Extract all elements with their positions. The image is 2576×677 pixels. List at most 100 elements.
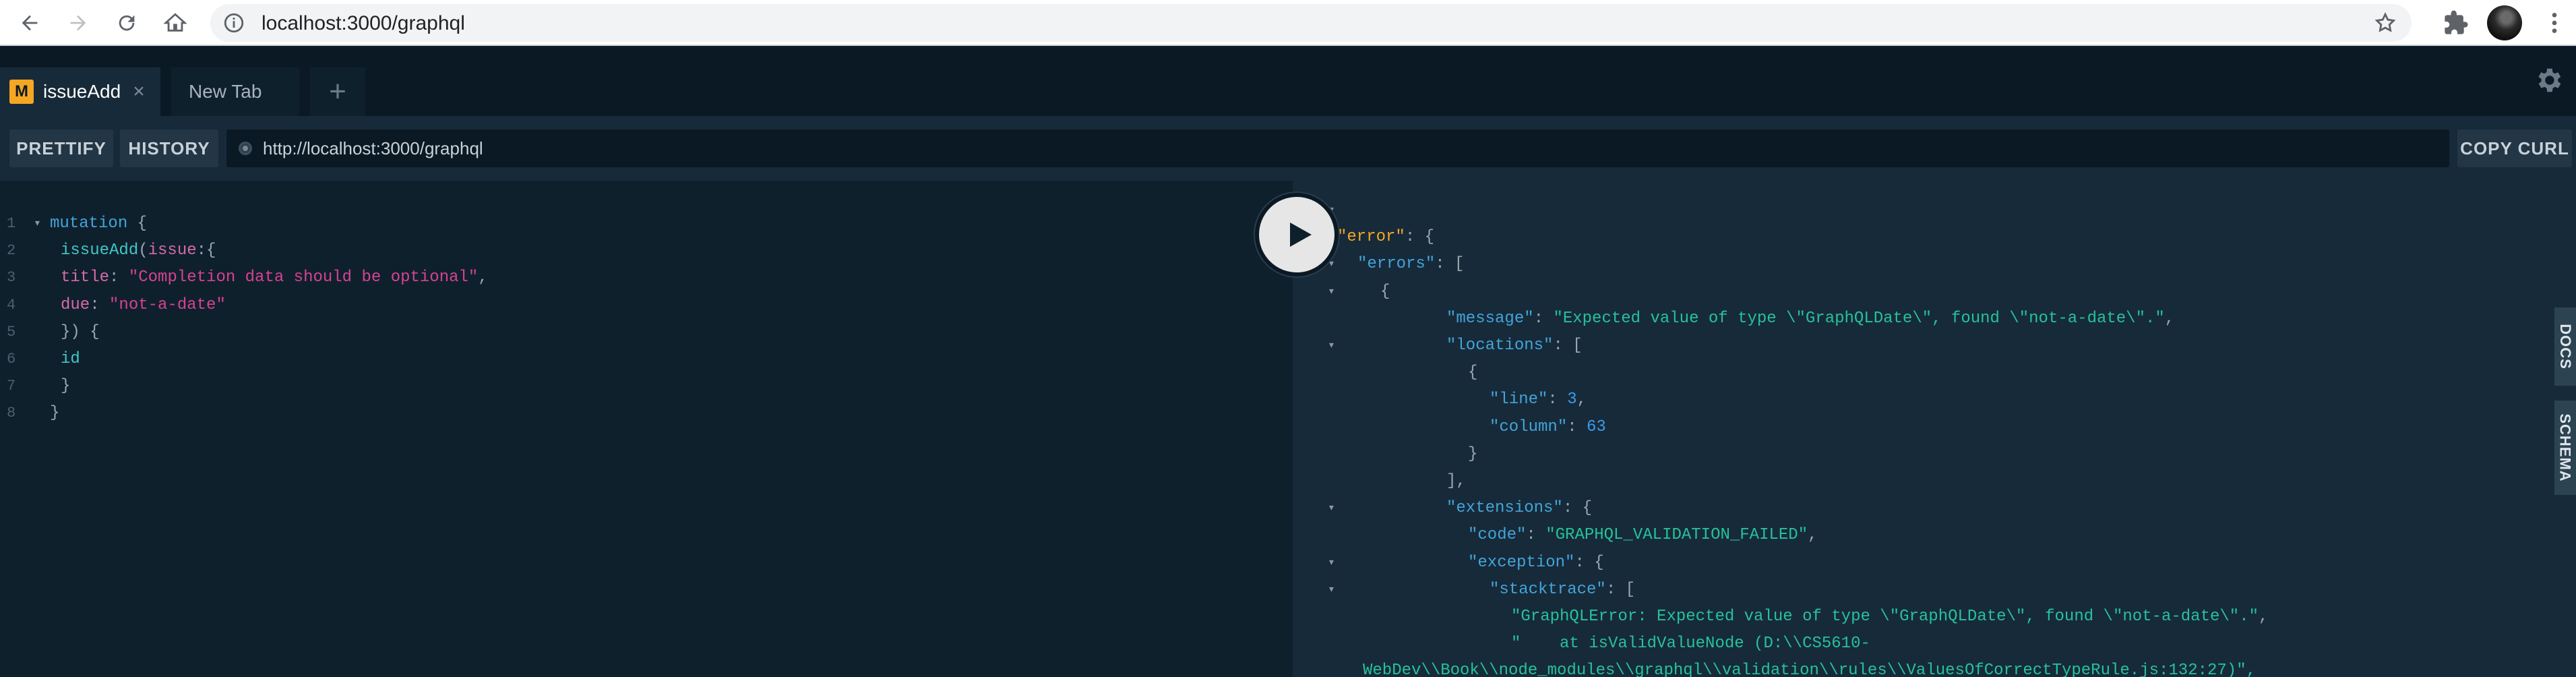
endpoint-url[interactable]: http://localhost:3000/graphql xyxy=(263,138,483,159)
endpoint-input[interactable]: http://localhost:3000/graphql xyxy=(226,129,2449,167)
code-text: "column": 63 xyxy=(1490,414,1606,441)
tab-label: issueAdd xyxy=(43,81,121,102)
fold-arrow-icon[interactable]: ▾ xyxy=(1328,332,1335,359)
profile-avatar[interactable] xyxy=(2487,5,2522,40)
kebab-menu-icon[interactable] xyxy=(2541,9,2568,36)
code-token: " at isValidValueNode (D:\\CS5610- xyxy=(1511,635,1870,653)
add-tab-button[interactable]: + xyxy=(310,67,365,116)
result-line: ▾{ xyxy=(1293,278,2576,305)
line-number: 7 xyxy=(7,378,16,395)
play-icon xyxy=(1290,223,1312,247)
code-token: : xyxy=(1567,417,1587,436)
history-button[interactable]: HISTORY xyxy=(120,129,218,167)
result-line: "line": 3, xyxy=(1293,386,2576,413)
tab-issueadd[interactable]: M issueAdd × xyxy=(0,67,160,116)
result-line: ▾"error": { xyxy=(1293,224,2576,251)
connection-status-icon xyxy=(239,142,252,155)
code-text: } xyxy=(61,373,70,400)
close-icon[interactable]: × xyxy=(133,80,145,103)
schema-tab[interactable]: SCHEMA xyxy=(2554,401,2576,495)
result-line: "code": "GRAPHQL_VALIDATION_FAILED", xyxy=(1293,522,2576,549)
star-icon[interactable] xyxy=(2374,11,2397,34)
fold-arrow-icon[interactable]: ▾ xyxy=(1328,550,1335,577)
code-text: WebDev\\Book\\node_modules\\graphql\\val… xyxy=(1363,657,2256,677)
info-icon[interactable] xyxy=(222,11,245,34)
mutation-badge: M xyxy=(9,80,34,104)
result-line: ▾ "locations": [ xyxy=(1293,332,2576,359)
code-token: { xyxy=(1468,363,1478,382)
docs-tab[interactable]: DOCS xyxy=(2554,307,2576,386)
code-text: "code": "GRAPHQL_VALIDATION_FAILED", xyxy=(1468,522,1818,549)
back-arrow-icon[interactable] xyxy=(13,7,46,39)
code-token: "line" xyxy=(1490,390,1548,409)
execute-query-button[interactable] xyxy=(1255,193,1339,276)
code-text: "message": "Expected value of type \"Gra… xyxy=(1446,305,2174,332)
code-token: { xyxy=(127,214,148,233)
result-line: ▾ "extensions": { xyxy=(1293,495,2576,522)
address-bar[interactable]: localhost:3000/graphql xyxy=(210,4,2412,42)
code-text: { xyxy=(1468,359,1477,386)
query-editor[interactable]: 1 ▾ mutation {2 issueAdd(issue:{3 title: "Co… xyxy=(0,181,1293,677)
code-token: "GRAPHQL_VALIDATION_FAILED" xyxy=(1545,526,1808,545)
code-token: ], xyxy=(1446,472,1466,490)
editor-line[interactable]: 7} xyxy=(0,373,1293,400)
playground-tabbar: M issueAdd × New Tab + xyxy=(0,47,2576,116)
code-token: "Expected value of type \"GraphQLDate\",… xyxy=(1553,309,2165,328)
editor-line[interactable]: 6 id xyxy=(0,346,1293,373)
app-root: localhost:3000/graphql M issueAdd × New … xyxy=(0,0,2576,677)
code-text: due: "not-a-date" xyxy=(61,292,226,319)
editor-line[interactable]: 8} xyxy=(0,400,1293,427)
gear-icon[interactable] xyxy=(2533,65,2564,96)
code-token: } xyxy=(61,377,71,396)
result-viewer: ▾{▾"error": {▾"errors": [▾{"message": "E… xyxy=(1293,181,2576,677)
code-token: : [ xyxy=(1435,255,1465,274)
forward-arrow-icon[interactable] xyxy=(62,7,94,39)
code-text: mutation { xyxy=(50,210,147,237)
code-text: "line": 3, xyxy=(1490,386,1587,413)
fold-arrow-icon[interactable]: ▾ xyxy=(1328,577,1335,604)
tab-label: New Tab xyxy=(189,81,262,102)
code-token: : xyxy=(109,268,129,287)
code-text: "stacktrace": [ xyxy=(1490,577,1635,604)
editor-line[interactable]: 1 ▾ mutation { xyxy=(0,210,1293,237)
prettify-button[interactable]: PRETTIFY xyxy=(9,129,113,167)
schema-tab-label: SCHEMA xyxy=(2557,413,2574,482)
code-token: , xyxy=(478,268,488,287)
code-token: "column" xyxy=(1490,417,1568,436)
code-text: " at isValidValueNode (D:\\CS5610- xyxy=(1511,630,1870,657)
puzzle-icon[interactable] xyxy=(2443,9,2470,36)
code-token: WebDev\\Book\\node_modules\\graphql\\val… xyxy=(1363,661,2257,677)
code-token: issueAdd xyxy=(61,241,139,260)
result-line: WebDev\\Book\\node_modules\\graphql\\val… xyxy=(1293,657,2576,677)
code-text: } xyxy=(1468,441,1477,468)
code-text: }) { xyxy=(61,319,100,346)
code-text: id xyxy=(61,346,80,373)
editor-line[interactable]: 3 title: "Completion data should be optio… xyxy=(0,264,1293,291)
code-token: : xyxy=(1526,526,1546,545)
result-line: "column": 63 xyxy=(1293,414,2576,441)
docs-tab-label: DOCS xyxy=(2557,324,2574,370)
query-toolbar: PRETTIFY HISTORY http://localhost:3000/g… xyxy=(0,116,2576,181)
code-token: :{ xyxy=(196,241,216,260)
tab-new-tab[interactable]: New Tab xyxy=(171,67,299,116)
code-text: "GraphQLError: Expected value of type \"… xyxy=(1511,604,2268,630)
reload-icon[interactable] xyxy=(111,7,143,39)
copy-curl-button[interactable]: COPY CURL xyxy=(2457,129,2572,167)
code-token: "exception" xyxy=(1468,553,1575,572)
editor-line[interactable]: 5}) { xyxy=(0,319,1293,346)
editor-line[interactable]: 2 issueAdd(issue:{ xyxy=(0,237,1293,264)
fold-arrow-icon[interactable]: ▾ xyxy=(1328,278,1335,305)
code-token: "locations" xyxy=(1446,336,1554,355)
code-text: "error": { xyxy=(1337,224,1434,251)
fold-arrow-icon[interactable]: ▾ xyxy=(34,210,41,237)
code-text: } xyxy=(50,400,59,427)
code-token: "error" xyxy=(1337,228,1405,247)
code-token: "extensions" xyxy=(1446,499,1563,518)
editor-line[interactable]: 4 due: "not-a-date" xyxy=(0,292,1293,319)
home-icon[interactable] xyxy=(159,7,191,39)
fold-arrow-icon[interactable]: ▾ xyxy=(1328,495,1335,522)
line-number: 2 xyxy=(7,242,16,260)
code-text: issueAdd(issue:{ xyxy=(61,237,216,264)
code-text: "exception": { xyxy=(1468,550,1604,577)
address-url[interactable]: localhost:3000/graphql xyxy=(262,12,465,35)
